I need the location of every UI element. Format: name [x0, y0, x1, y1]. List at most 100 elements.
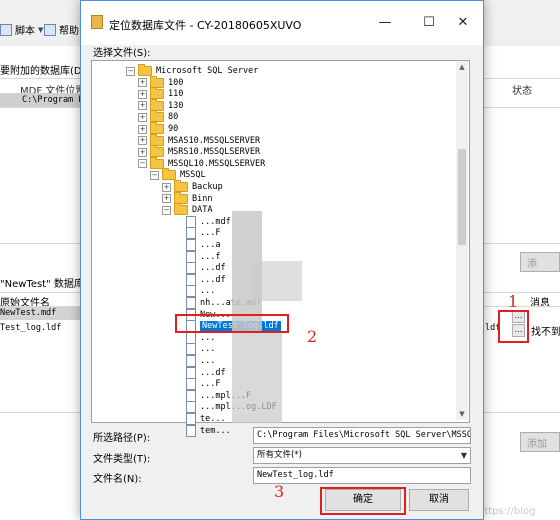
file-icon	[186, 378, 196, 391]
tree-file-item[interactable]: ...df	[174, 262, 226, 275]
file-icon	[186, 401, 196, 414]
tree-item-label: ...f	[200, 251, 221, 262]
tree-file-item[interactable]: ...df	[174, 273, 226, 286]
tree-folder-item[interactable]: + Backup	[162, 180, 223, 193]
file-icon	[186, 239, 196, 251]
selected-path-label: 所选路径(P):	[93, 433, 151, 444]
tree-item-label: ...df	[200, 263, 226, 274]
expand-icon[interactable]: +	[138, 89, 147, 99]
scrollbar-thumb[interactable]	[458, 149, 466, 245]
file-type-select[interactable]: 所有文件(*) ▼	[253, 447, 471, 464]
dropdown-arrow-icon: ▼	[38, 25, 44, 34]
tree-item-label: 90	[168, 124, 179, 134]
watermark-text: https://blog	[478, 506, 536, 517]
scroll-up-icon[interactable]: ▲	[456, 61, 468, 73]
tree-folder-item[interactable]: +90	[138, 122, 179, 135]
tree-item-label: Binn	[192, 193, 213, 204]
file-name-input[interactable]: NewTest_log.ldf	[253, 467, 471, 484]
scroll-down-icon[interactable]: ▼	[456, 408, 468, 420]
details-row-name: Test_log.ldf	[0, 323, 62, 333]
file-type-label: 文件类型(T):	[93, 454, 151, 465]
tree-file-item[interactable]: ...	[174, 331, 216, 344]
folder-icon	[174, 180, 188, 192]
close-icon[interactable]: ✕	[449, 11, 477, 35]
file-icon	[186, 413, 196, 425]
tree-item-label: MSSQL	[180, 170, 206, 181]
collapse-icon[interactable]: −	[162, 205, 171, 215]
expand-icon[interactable]: +	[138, 101, 147, 111]
folder-icon	[150, 98, 164, 111]
tree-file-item[interactable]: ...a	[174, 239, 220, 251]
file-icon	[186, 273, 196, 286]
script-icon	[0, 23, 12, 36]
tree-file-item[interactable]: ...mdf	[174, 215, 231, 228]
expand-icon[interactable]: +	[138, 112, 147, 122]
folder-icon	[138, 64, 152, 76]
tree-item-label: DATA	[192, 205, 213, 216]
expand-icon[interactable]: +	[138, 78, 147, 88]
tree-folder-item[interactable]: − Microsoft SQL Server	[126, 64, 258, 77]
tree-folder-item[interactable]: − DATA	[162, 203, 213, 216]
tree-item-label: ...	[200, 286, 216, 297]
expand-icon[interactable]: +	[138, 136, 147, 146]
file-icon	[186, 389, 196, 402]
tree-item-label: ...	[200, 344, 216, 355]
expand-icon[interactable]: +	[138, 124, 147, 134]
folder-icon	[174, 203, 188, 216]
tree-item-label: ...	[200, 332, 216, 343]
file-tree[interactable]: − Microsoft SQL Server +100 +110 +130 +80 +90 +…	[91, 60, 470, 437]
tree-file-item[interactable]: ...f	[174, 250, 221, 263]
details-row-name: NewTest.mdf	[0, 308, 57, 318]
collapse-icon[interactable]: −	[126, 66, 135, 76]
dialog-titlebar[interactable]: 定位数据库文件 - CY-20180605XUVO — ☐ ✕	[81, 1, 483, 45]
add-button[interactable]: 添	[520, 252, 560, 272]
tree-folder-item[interactable]: +80	[138, 110, 178, 123]
selected-path-field[interactable]: C:\Program Files\Microsoft SQL Server\MS…	[253, 427, 471, 444]
folder-icon	[150, 156, 164, 169]
tree-folder-item[interactable]: + Binn	[162, 191, 213, 205]
expand-icon[interactable]: +	[162, 182, 171, 192]
redaction-blur	[232, 333, 282, 423]
file-icon	[186, 297, 196, 309]
help-icon	[44, 23, 56, 36]
collapse-icon[interactable]: −	[138, 159, 147, 169]
locate-database-files-dialog: 定位数据库文件 - CY-20180605XUVO — ☐ ✕ 选择文件(S):…	[80, 0, 484, 520]
tree-folder-item[interactable]: +100	[138, 75, 183, 89]
script-button[interactable]: 脚本 ▼	[0, 22, 43, 37]
file-icon	[186, 250, 196, 263]
tree-file-item[interactable]: ...df	[174, 366, 226, 379]
app-icon	[91, 15, 103, 29]
tree-file-item[interactable]: ...	[174, 285, 216, 298]
minimize-icon[interactable]: —	[371, 11, 399, 35]
file-icon	[186, 227, 196, 240]
tree-item-label: 130	[168, 100, 184, 111]
file-icon	[186, 424, 196, 437]
expand-icon[interactable]: +	[138, 147, 147, 157]
tree-item-label: ...df	[200, 367, 226, 378]
folder-icon	[174, 191, 188, 204]
tree-file-item[interactable]: ...	[174, 355, 215, 367]
tree-file-item[interactable]: ...F	[174, 227, 220, 240]
tree-file-item[interactable]: tem...	[174, 424, 231, 437]
file-icon	[186, 355, 196, 367]
tree-file-item[interactable]: ...F	[174, 378, 220, 391]
collapse-icon[interactable]: −	[150, 170, 159, 180]
expand-icon[interactable]: +	[162, 194, 171, 204]
tree-item-label: te...	[200, 414, 226, 424]
tree-item-label: tem...	[200, 425, 231, 436]
file-icon	[186, 262, 196, 275]
help-button[interactable]: 帮助	[44, 22, 79, 37]
tree-folder-item[interactable]: − MSSQL10.MSSQLSERVER	[138, 156, 265, 170]
cancel-button[interactable]: 取消	[409, 489, 469, 511]
not-found-message: 找不到	[531, 327, 560, 338]
add-button-2[interactable]: 添加	[520, 432, 560, 452]
tree-folder-item[interactable]: +110	[138, 87, 183, 100]
maximize-icon[interactable]: ☐	[415, 11, 443, 35]
tree-item-label: MSRS10.MSSQLSERVER	[168, 147, 261, 158]
annotation-box-3	[320, 487, 406, 515]
tree-file-item[interactable]: ...	[174, 343, 216, 356]
folder-icon	[150, 122, 164, 134]
file-icon	[186, 285, 196, 298]
tree-folder-item[interactable]: +130	[138, 98, 184, 112]
tree-file-item[interactable]: te...	[174, 413, 226, 425]
